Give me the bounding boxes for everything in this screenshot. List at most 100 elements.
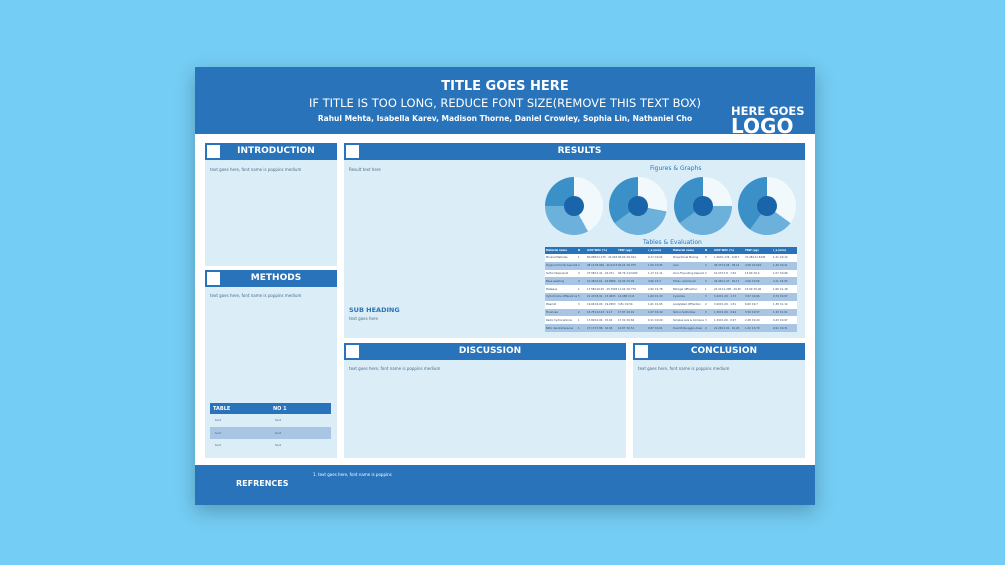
table-cell: 17.58±10.45 · 25.7095: [586, 285, 617, 293]
methods-table: TABLE NO 1 text text text text text text: [210, 403, 331, 452]
table-cell: 46.37±2.06 · 38.14: [713, 261, 744, 270]
table-cell: Plateaus: [545, 285, 577, 293]
results-table-header: Material name N Artif WAC (%) TRW (µg) r_a (…: [545, 247, 797, 254]
table-cell: 2: [704, 269, 713, 278]
table-cell: 27.17±7.88 · 16.94: [586, 324, 617, 332]
results-table-column-header: N: [577, 247, 586, 254]
table-row: Nitro dendrobaceous 1 27.17±7.88 · 16.94 14…: [545, 324, 797, 332]
pie-chart-2: [609, 177, 667, 235]
results-table-column-header: r_a (mm): [647, 247, 672, 254]
discussion-text: text goes here, font name is poppins med…: [349, 366, 441, 371]
reference-item: 1. text goes here, font name is poppins: [313, 472, 392, 477]
table-row: Organochloride Associate 2 48.11±8.046 · 4…: [545, 261, 797, 270]
table-row: text text: [210, 426, 331, 439]
pie-center: [693, 196, 713, 216]
table-row: Cytochrome different series521.47±8.91 ·…: [545, 292, 797, 301]
results-checkbox: [344, 143, 361, 160]
introduction-panel: [205, 160, 337, 266]
table-cell: 1: [704, 285, 713, 293]
table-cell: 60.058±1.175 · 41.0453: [586, 254, 617, 262]
poster: TITLE GOES HERE IF TITLE IS TOO LONG, RE…: [195, 67, 815, 505]
table-cell: 10.46±0.61 · 19.8989: [586, 277, 617, 286]
table-cell: 93.76 ±12.082: [617, 269, 647, 278]
table-cell: Cytochrome different series: [545, 292, 577, 301]
table-cell: 1.17 ±1.11: [647, 269, 672, 278]
table-cell: 11.04 ±0.776: [617, 285, 647, 293]
results-table-column-header: Artif WAC (%): [713, 247, 744, 254]
table-cell: 19.04±6.00 · 19.0303: [586, 300, 617, 309]
table-row: Plateaus 1 17.58±10.45 · 25.7095 11.04 ±0.7…: [545, 285, 797, 293]
introduction-checkbox: [205, 143, 222, 160]
table-cell: 1: [577, 285, 586, 293]
table-cell: 2: [704, 261, 713, 270]
poster-subtitle: IF TITLE IS TOO LONG, REDUCE FONT SIZE(R…: [308, 96, 702, 110]
table-row: Plasmid 3 19.04±6.00 · 19.0303 3.81 ±0.54 1.…: [545, 300, 797, 309]
table-row: Fluorines 2 15.75±12.43 · 9.17 17.87 ±0.19 1…: [545, 308, 797, 317]
poster-header: TITLE GOES HERE IF TITLE IS TOO LONG, RE…: [195, 67, 815, 137]
results-table-column-header: TRW (µg): [744, 247, 772, 254]
table-cell: 1.69 ±1.43: [647, 292, 672, 301]
pie-center: [564, 196, 584, 216]
methods-heading: METHODS: [215, 270, 337, 287]
table-cell: 10.99 ±0.49: [617, 277, 647, 286]
table-cell: 0.17 ±0.02: [647, 254, 672, 262]
table-cell: 1.21 ±0.14: [772, 254, 797, 262]
table-cell: 1.34±1.00 · 0.97: [713, 316, 744, 325]
results-heading: RESULTS: [354, 143, 805, 160]
table-cell: 3.57 ±0.66: [744, 292, 772, 301]
table-cell: 3.20±1.09 · 1.51: [713, 300, 744, 309]
table-cell: 2.48 ±0.20: [744, 316, 772, 325]
results-table-column-header: Material name: [545, 247, 577, 254]
table-cell: 1.26±1.174 · 0.917: [713, 254, 744, 262]
references-label: REFRENCES: [236, 479, 289, 488]
table-cell: 48.11±8.046 · 40.0115: [586, 261, 617, 270]
introduction-heading: INTRODUCTION: [215, 143, 337, 160]
table-cell: 2.60 ±2.78: [647, 285, 672, 293]
table-cell: 3.81 ±0.54: [617, 300, 647, 309]
table-cell: text: [270, 439, 331, 452]
table-cell: Silicon Sulfurides: [672, 308, 704, 317]
table-cell: 2: [704, 300, 713, 309]
table-cell: 2: [577, 261, 586, 270]
table-cell: 6.60 ±0.7: [744, 300, 772, 309]
results-table-column-header: N: [704, 247, 713, 254]
pie-center: [628, 196, 648, 216]
table-cell: 3: [704, 316, 713, 325]
table-cell: 17.87 ±0.19: [617, 308, 647, 317]
pie-chart-3: [674, 177, 732, 235]
table-cell: Organochloride Associate: [545, 261, 577, 270]
table-cell: 1.07 ±0.19: [647, 308, 672, 317]
results-table-column-header: TRW (µg): [617, 247, 647, 254]
results-table: Material name N Artif WAC (%) TRW (µg) r_a (…: [545, 247, 797, 332]
table-cell: Projectional Moving: [672, 254, 704, 262]
table-row: text text: [210, 439, 331, 452]
table-row: Base seedling 4 10.46±0.61 · 19.8989 10.99 …: [545, 277, 797, 286]
table-cell: Base seedling: [545, 277, 577, 286]
table-cell: 0.87 ±0.01: [647, 324, 672, 332]
table-cell: text: [270, 414, 331, 427]
table-cell: 60.60 ±0.014: [617, 254, 647, 262]
pie-chart-1: [545, 177, 603, 235]
table-cell: 10.27±7.8 · 7.45: [713, 269, 744, 278]
methods-text: text goes here, font name is poppins med…: [210, 293, 302, 298]
table-cell: 1.09 ±0.95: [647, 261, 672, 270]
poster-authors: Rahul Mehta, Isabella Karev, Madison Tho…: [317, 114, 693, 123]
table-cell: 72.48±11.5345: [744, 254, 772, 262]
table-cell: 13.60 ±0.4: [744, 269, 772, 278]
table-cell: 4.06 ±0.00: [744, 277, 772, 286]
table-cell: 21.47±8.91 · 13.4003: [586, 292, 617, 301]
introduction-text: text goes here, font name is poppins med…: [210, 167, 302, 172]
results-sub-text: text goes here: [349, 316, 378, 321]
table-cell: 1.07 ±0.96: [772, 269, 797, 278]
conclusion-heading: CONCLUSION: [643, 343, 805, 360]
table-cell: 0.74 ±0.97: [772, 292, 797, 301]
table-cell: Simplex size & Compound aldimines: [672, 316, 704, 325]
table-cell: 3: [704, 308, 713, 317]
methods-table-header: TABLE: [210, 403, 270, 414]
table-cell: 21.26±1.91 · 10.20: [713, 324, 744, 332]
table-cell: Ionic-Ft-pouting Kapandino? & Stollan yo…: [672, 269, 704, 278]
table-cell: Tritiac, aluminium: [672, 277, 704, 286]
results-table-column-header: Artif WAC (%): [586, 247, 617, 254]
conclusion-panel: [633, 360, 805, 458]
table-cell: 15.00 ±0.46: [744, 285, 772, 293]
